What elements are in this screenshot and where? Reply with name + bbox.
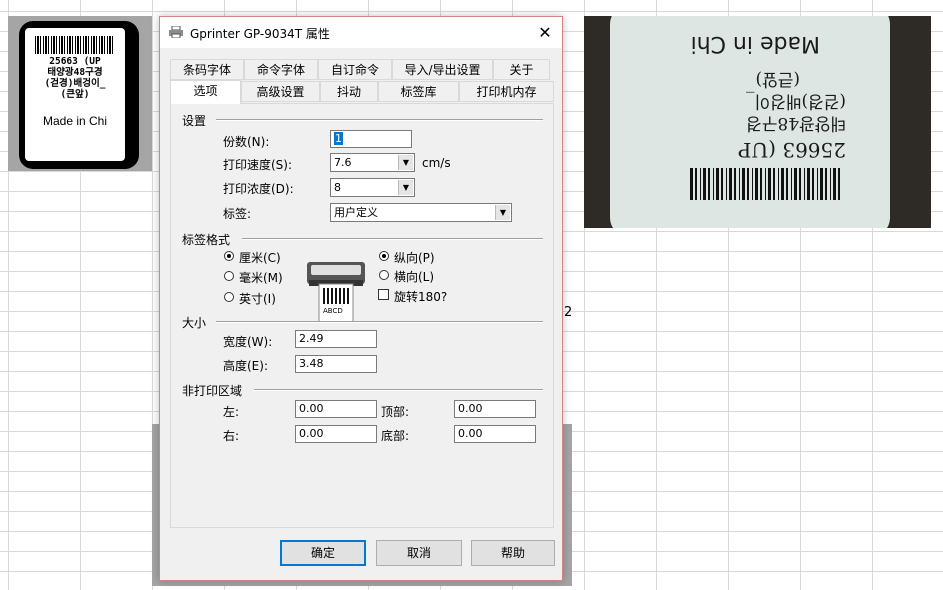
speed-select[interactable]: 7.6 ▼ bbox=[330, 153, 415, 172]
unit-mm-label[interactable]: 毫米(M) bbox=[239, 269, 283, 286]
settings-group-title: 设置 bbox=[182, 114, 207, 128]
ok-button[interactable]: 确定 bbox=[280, 540, 366, 566]
tab-stock-library[interactable]: 标签库 bbox=[378, 81, 459, 102]
tab-printer-memory[interactable]: 打印机内存 bbox=[459, 81, 554, 102]
printer-properties-dialog: Gprinter GP-9034T 属性 ✕ 条码字体 命令字体 自订命令 导入… bbox=[159, 16, 563, 581]
label-text-line: 25663 (UP bbox=[49, 56, 101, 67]
label-made-in: Made in Chi bbox=[42, 114, 108, 128]
margin-right-label: 右: bbox=[223, 429, 240, 443]
size-group-title: 大小 bbox=[182, 316, 207, 330]
rotate-180-label[interactable]: 旋转180? bbox=[394, 288, 447, 305]
tab-command-fonts[interactable]: 命令字体 bbox=[244, 59, 318, 80]
photo-made-in: Made in Chi bbox=[690, 31, 820, 56]
photo-text-line: 태양광48구경 bbox=[746, 113, 846, 133]
copies-input[interactable]: 1 bbox=[330, 130, 412, 148]
photo-text-line: (큰앞) bbox=[755, 69, 800, 89]
unit-mm-radio[interactable] bbox=[224, 271, 234, 281]
width-input[interactable]: 2.49 bbox=[295, 330, 377, 348]
unit-inch-label[interactable]: 英寸(I) bbox=[239, 290, 276, 307]
margin-top-label: 顶部: bbox=[381, 405, 410, 419]
printer-icon bbox=[169, 26, 183, 38]
group-divider bbox=[254, 389, 543, 391]
stock-select[interactable]: 用户定义 ▼ bbox=[330, 203, 512, 222]
orientation-landscape-label[interactable]: 横向(L) bbox=[394, 268, 434, 285]
tab-barcode-fonts[interactable]: 条码字体 bbox=[170, 59, 244, 80]
chevron-down-icon[interactable]: ▼ bbox=[495, 205, 510, 220]
margin-left-label: 左: bbox=[223, 405, 240, 419]
margin-left-input[interactable]: 0.00 bbox=[295, 400, 377, 418]
density-value: 8 bbox=[334, 181, 341, 194]
photo-barcode bbox=[690, 168, 840, 200]
unit-cm-radio[interactable] bbox=[224, 251, 234, 261]
cell-fragment-text: 2 bbox=[564, 305, 573, 320]
format-group-title: 标签格式 bbox=[182, 233, 231, 247]
barcode-graphic bbox=[35, 36, 115, 54]
unit-inch-radio[interactable] bbox=[224, 292, 234, 302]
photo-rotated-content: 25663 (UP 태양광48구경 (걷경)배겅이_ (큰앞) Made in … bbox=[610, 16, 890, 228]
rotate-180-checkbox[interactable] bbox=[378, 289, 389, 300]
label-text-line: (걷경)배겅이_ bbox=[44, 78, 106, 89]
margin-bottom-label: 底部: bbox=[381, 429, 410, 443]
chevron-down-icon[interactable]: ▼ bbox=[398, 155, 413, 170]
group-divider bbox=[216, 321, 543, 323]
margin-bottom-input[interactable]: 0.00 bbox=[454, 425, 536, 443]
label-text-line: 태양광48구경 bbox=[47, 67, 103, 78]
close-button[interactable]: ✕ bbox=[534, 22, 556, 44]
copies-label: 份数(N): bbox=[223, 135, 270, 149]
density-select[interactable]: 8 ▼ bbox=[330, 178, 415, 197]
photo-text-line: 25663 (UP bbox=[737, 138, 846, 162]
orientation-portrait-radio[interactable] bbox=[379, 251, 389, 261]
group-divider bbox=[242, 238, 543, 240]
width-label: 宽度(W): bbox=[223, 335, 273, 349]
options-panel: 设置 份数(N): 1 打印速度(S): 7.6 ▼ cm/s 打印浓度(D):… bbox=[170, 103, 554, 528]
tab-options[interactable]: 选项 bbox=[170, 80, 241, 104]
height-input[interactable]: 3.48 bbox=[295, 355, 377, 373]
copies-value: 1 bbox=[334, 132, 343, 145]
nonprint-group-title: 非打印区域 bbox=[182, 384, 243, 398]
tab-advanced[interactable]: 高级设置 bbox=[241, 81, 320, 102]
tab-import-export[interactable]: 导入/导出设置 bbox=[392, 59, 493, 80]
unit-cm-label[interactable]: 厘米(C) bbox=[239, 249, 281, 266]
speed-value: 7.6 bbox=[334, 156, 352, 169]
photo-label-paper: 25663 (UP 태양광48구경 (걷경)배겅이_ (큰앞) Made in … bbox=[610, 16, 890, 228]
printed-label-photo: 25663 (UP 태양광48구경 (걷경)배겅이_ (큰앞) Made in … bbox=[584, 16, 931, 228]
label-paper: 25663 (UP 태양광48구경 (걷경)배겅이_ (큰앞) Made in … bbox=[25, 28, 125, 161]
cancel-button[interactable]: 取消 bbox=[376, 540, 462, 566]
stock-value: 用户定义 bbox=[334, 206, 378, 219]
label-text-line: (큰앞) bbox=[60, 89, 90, 100]
title-bar[interactable]: Gprinter GP-9034T 属性 ✕ bbox=[160, 17, 562, 48]
help-button[interactable]: 帮助 bbox=[471, 540, 555, 566]
label-preview-image: 25663 (UP 태양광48구경 (걷경)배겅이_ (큰앞) Made in … bbox=[8, 16, 152, 171]
printer-preview-text: ABCD bbox=[323, 307, 343, 315]
tab-dithering[interactable]: 抖动 bbox=[320, 81, 378, 102]
chevron-down-icon[interactable]: ▼ bbox=[398, 180, 413, 195]
orientation-landscape-radio[interactable] bbox=[379, 270, 389, 280]
group-divider bbox=[216, 119, 543, 121]
window-title: Gprinter GP-9034T 属性 bbox=[190, 27, 330, 41]
margin-right-input[interactable]: 0.00 bbox=[295, 425, 377, 443]
stock-label: 标签: bbox=[223, 207, 252, 221]
density-label: 打印浓度(D): bbox=[223, 182, 294, 196]
tab-about[interactable]: 关于 bbox=[493, 59, 550, 80]
tab-custom-commands[interactable]: 自订命令 bbox=[318, 59, 392, 80]
speed-label: 打印速度(S): bbox=[223, 158, 293, 172]
photo-text-line: (걷경)배겅이_ bbox=[746, 91, 846, 111]
speed-unit: cm/s bbox=[422, 156, 451, 170]
orientation-portrait-label[interactable]: 纵向(P) bbox=[394, 249, 435, 266]
height-label: 高度(E): bbox=[223, 359, 268, 373]
margin-top-input[interactable]: 0.00 bbox=[454, 400, 536, 418]
